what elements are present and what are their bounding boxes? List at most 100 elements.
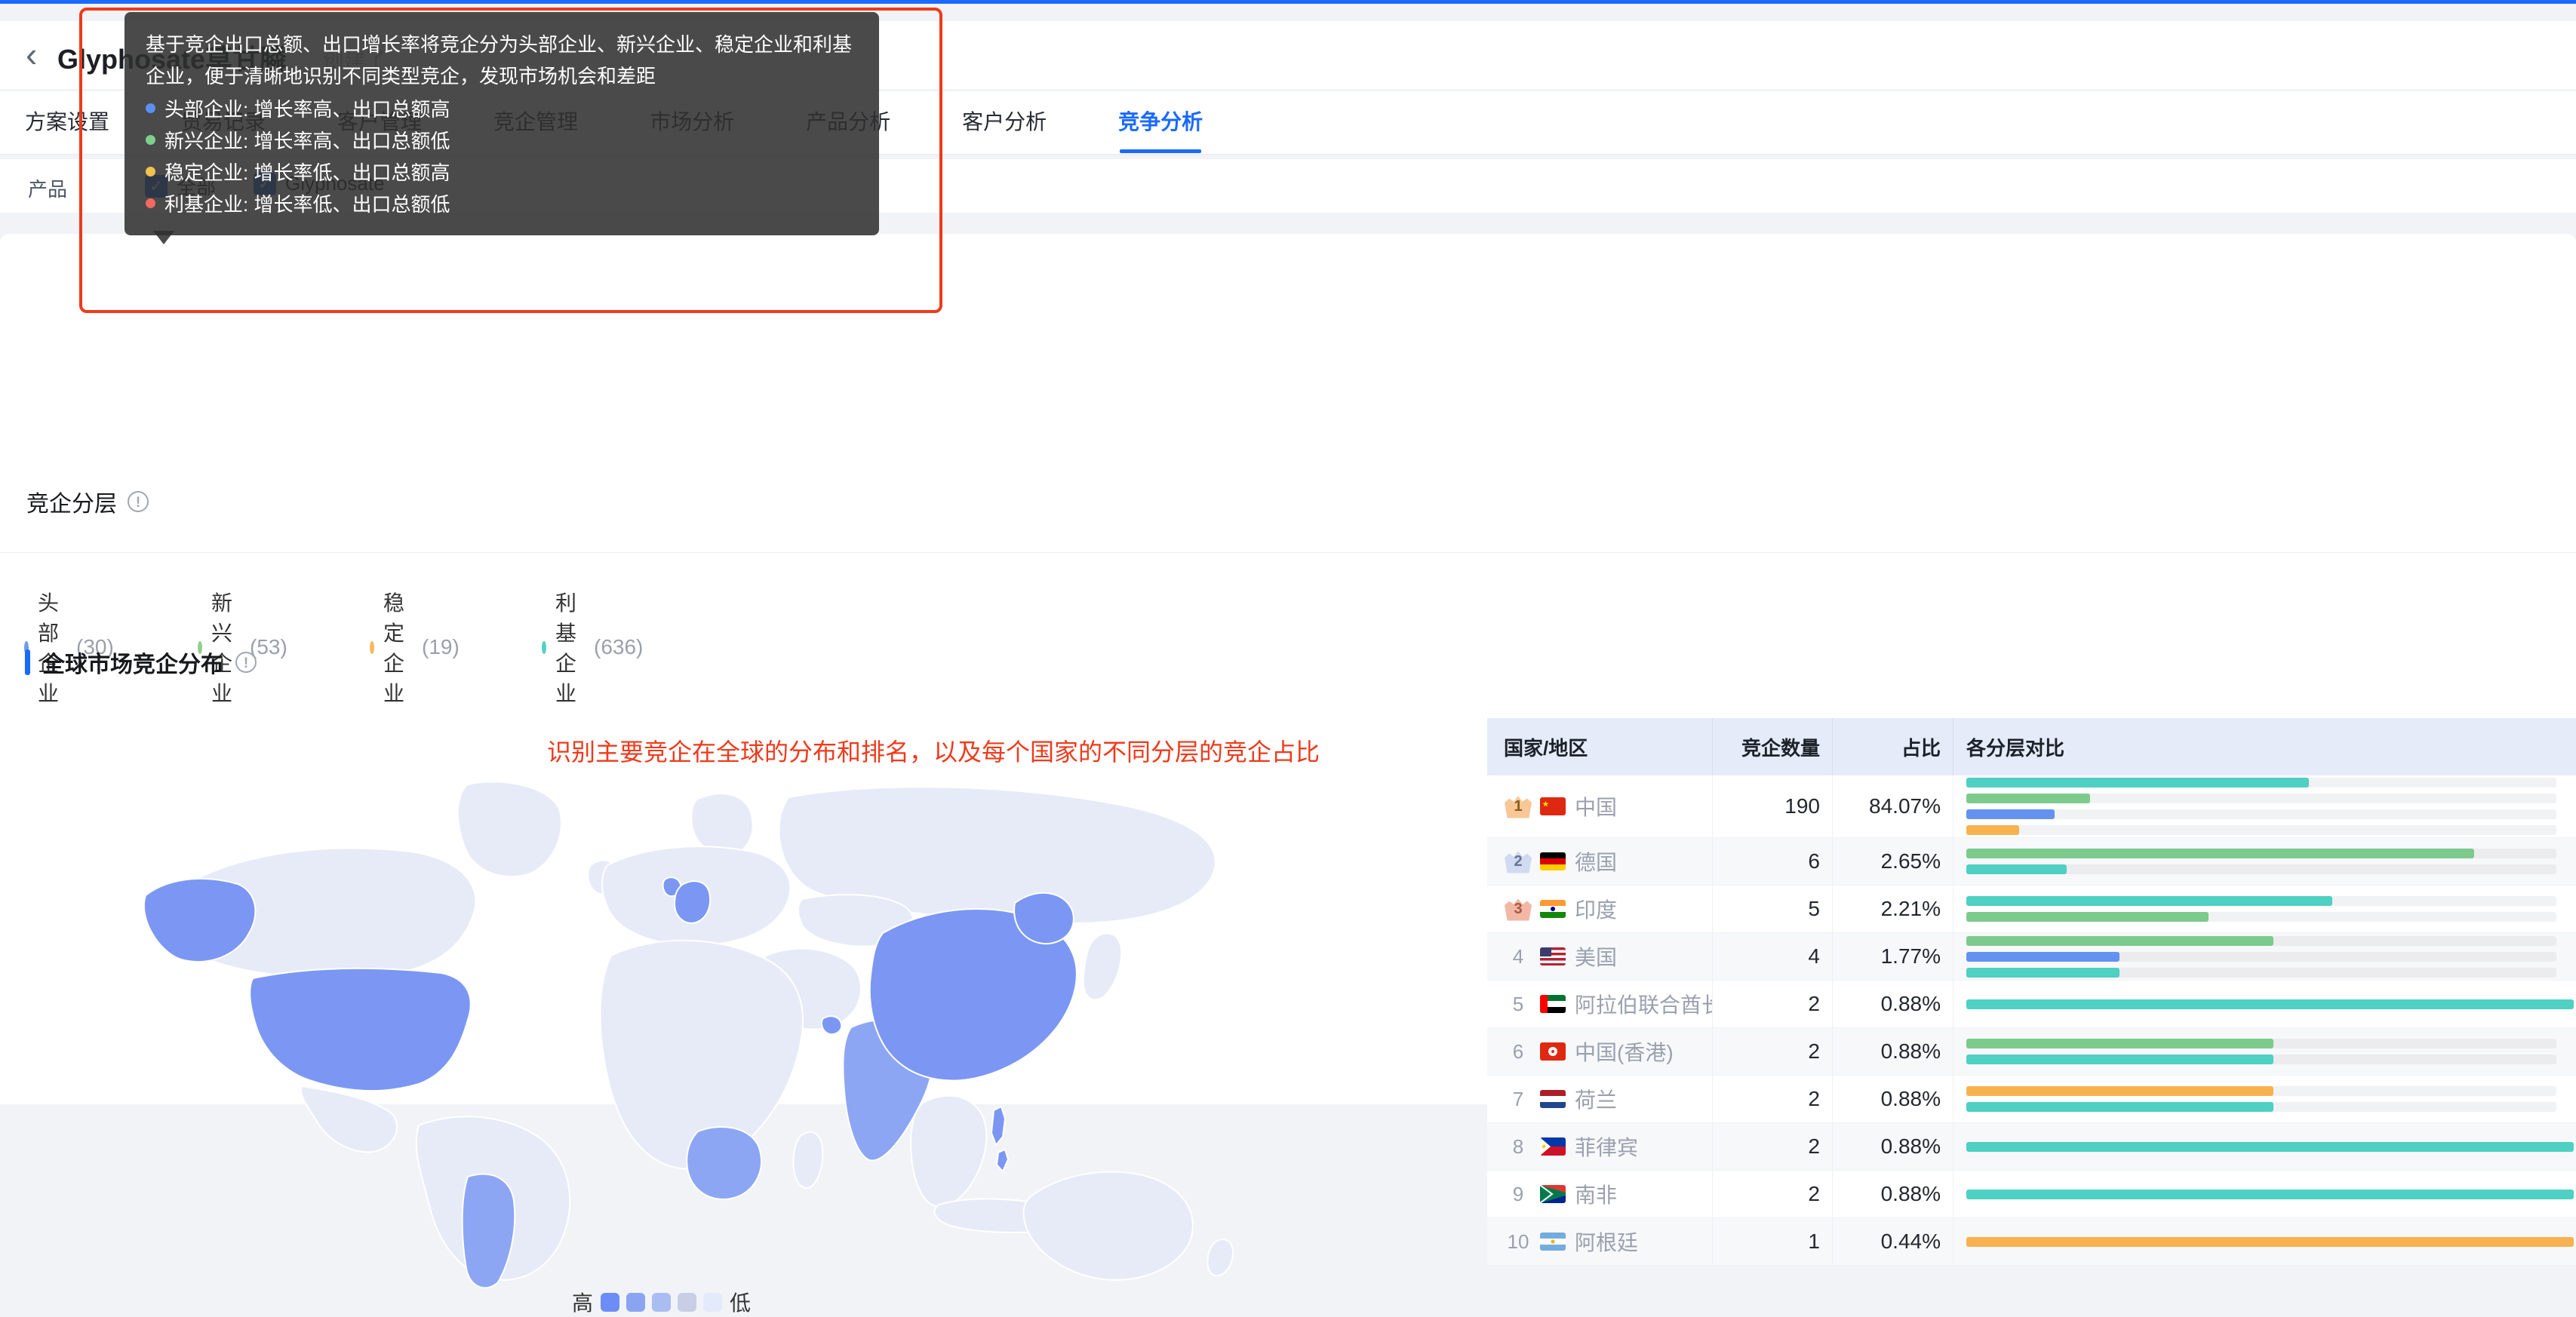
country-usa bbox=[249, 967, 472, 1092]
competitor-count: 1 bbox=[1808, 1230, 1820, 1253]
country-name: 中国(香港) bbox=[1575, 1041, 1674, 1064]
section-title-map: 全球市场竞企分布 ! bbox=[25, 646, 257, 679]
tier-bar-track bbox=[1966, 1039, 2556, 1048]
tab-竞争分析[interactable]: 竞争分析 bbox=[1118, 91, 1203, 153]
tooltip-bullet-text: 利基企业: 增长率低、出口总额低 bbox=[164, 192, 450, 216]
table-row-中国(香港)[interactable]: 6 中国(香港) 2 0.88% bbox=[1487, 1028, 2576, 1076]
country-name: 菲律宾 bbox=[1575, 1136, 1639, 1159]
flag-icon-in bbox=[1540, 900, 1566, 918]
tier-bar-track bbox=[1966, 1086, 2556, 1096]
country-greenland bbox=[456, 781, 562, 878]
tier-bar-green bbox=[1966, 1039, 2273, 1048]
tier-bar-track bbox=[1966, 1189, 2574, 1199]
flag-icon-za bbox=[1540, 1185, 1566, 1203]
tier-bar-green bbox=[1966, 912, 2209, 922]
table-row-印度[interactable]: 3 印度 5 2.21% bbox=[1487, 886, 2576, 933]
tier-bar-track bbox=[1966, 1102, 2556, 1112]
country-name: 印度 bbox=[1575, 898, 1618, 922]
map-legend-swatch bbox=[626, 1292, 646, 1312]
map-legend: 高 低 bbox=[572, 1287, 751, 1317]
table-row-阿根廷[interactable]: 10 阿根廷 1 0.44% bbox=[1487, 1218, 2576, 1266]
flag-icon-cn bbox=[1540, 797, 1566, 815]
top-accent-bar bbox=[0, 0, 2576, 4]
competitor-count: 2 bbox=[1808, 1039, 1820, 1063]
competitor-count: 6 bbox=[1808, 849, 1820, 873]
share-percent: 2.21% bbox=[1880, 897, 1941, 920]
tier-bar-teal bbox=[1966, 864, 2067, 874]
tooltip-description: 基于竞企出口总额、出口增长率将竞企分为头部企业、新兴企业、稳定企业和利基企业，便… bbox=[146, 33, 853, 87]
table-header-cell: 各分层对比 bbox=[1966, 736, 2065, 760]
competitor-count: 190 bbox=[1784, 794, 1820, 818]
region-se-asia bbox=[910, 1094, 988, 1208]
back-chevron-icon[interactable]: ‹ bbox=[26, 35, 37, 74]
tooltip-bullet: 新兴企业: 增长率高、出口总额低 bbox=[146, 124, 858, 155]
tab-方案设置[interactable]: 方案设置 bbox=[25, 91, 109, 153]
rank-number: 7 bbox=[1512, 1087, 1524, 1110]
tier-bar-teal bbox=[1966, 1189, 2574, 1199]
tier-bar-teal bbox=[1966, 896, 2332, 906]
world-map[interactable] bbox=[124, 778, 1286, 1291]
legend-label: 利基企业 bbox=[555, 591, 576, 705]
share-percent: 84.07% bbox=[1869, 794, 1941, 818]
share-percent: 0.88% bbox=[1880, 1134, 1941, 1158]
tier-bar-green bbox=[1966, 935, 2273, 946]
tab-客户分析[interactable]: 客户分析 bbox=[962, 91, 1047, 153]
country-name: 阿拉伯联合酋长 bbox=[1575, 993, 1712, 1017]
country-new-zealand bbox=[1207, 1239, 1234, 1277]
info-icon[interactable]: ! bbox=[235, 652, 257, 673]
tier-bar-orange bbox=[1966, 825, 2020, 835]
tooltip-bullet-dot-icon bbox=[146, 198, 155, 208]
tooltip-bullet-list: 头部企业: 增长率高、出口总额高 新兴企业: 增长率高、出口总额低 稳定企业: 增长… bbox=[146, 92, 858, 219]
country-name: 德国 bbox=[1575, 851, 1618, 874]
tooltip-bullet: 头部企业: 增长率高、出口总额高 bbox=[146, 92, 858, 124]
section-title-tiers: 竞企分层 ! bbox=[26, 485, 149, 518]
tier-bar-teal bbox=[1966, 999, 2574, 1009]
tier-bar-track bbox=[1966, 967, 2556, 978]
map-legend-low-label: 低 bbox=[730, 1291, 752, 1315]
rank-crown-badge: 1 bbox=[1505, 796, 1532, 818]
table-row-南非[interactable]: 9 南非 2 0.88% bbox=[1487, 1171, 2576, 1218]
tier-bar-track bbox=[1966, 864, 2556, 874]
map-legend-swatches bbox=[601, 1292, 723, 1312]
tier-bar-track bbox=[1966, 999, 2574, 1009]
country-philippines bbox=[990, 1105, 1007, 1147]
flag-icon-ae bbox=[1540, 995, 1566, 1013]
rank-crown-badge: 2 bbox=[1505, 851, 1532, 873]
share-percent: 2.65% bbox=[1880, 849, 1941, 873]
table-row-荷兰[interactable]: 7 荷兰 2 0.88% bbox=[1487, 1076, 2576, 1123]
main-content-card: 竞企分层 ! 头部企业 (30) 新兴企业 (53) 稳定企业 (19) 利基企业 (636)… bbox=[0, 234, 2576, 1315]
section-accent-bar bbox=[25, 649, 30, 675]
tier-bar-teal bbox=[1966, 967, 2120, 978]
tooltip-bullet-dot-icon bbox=[146, 134, 155, 145]
info-icon[interactable]: ! bbox=[128, 491, 149, 512]
tier-bar-track bbox=[1966, 778, 2556, 787]
rank-number: 8 bbox=[1512, 1134, 1524, 1158]
tooltip-arrow bbox=[153, 231, 174, 255]
country-rank-table: 国家/地区 竞企数量 占比 各分层对比 1 中国 190 84.07% 2 德国 6 2.65% 3 印度… bbox=[1487, 718, 2576, 1266]
country-japan bbox=[1082, 932, 1123, 1001]
table-row-中国[interactable]: 1 中国 190 84.07% bbox=[1487, 775, 2576, 838]
competitor-count: 2 bbox=[1808, 1182, 1820, 1205]
flag-icon-ar bbox=[1540, 1233, 1566, 1251]
product-filter-label: 产品 bbox=[28, 178, 68, 201]
legend-item-利基企业[interactable]: 利基企业 (636) bbox=[542, 587, 643, 708]
rank-number: 9 bbox=[1512, 1182, 1524, 1205]
tooltip-bullet-text: 头部企业: 增长率高、出口总额高 bbox=[164, 97, 450, 121]
tier-bar-track bbox=[1966, 912, 2556, 922]
flag-icon-ph bbox=[1540, 1137, 1566, 1156]
tier-bar-teal bbox=[1966, 1141, 2574, 1152]
country-name: 阿根廷 bbox=[1575, 1231, 1639, 1254]
table-row-阿拉伯联合酋长[interactable]: 5 阿拉伯联合酋长 2 0.88% bbox=[1487, 981, 2576, 1028]
table-row-美国[interactable]: 4 美国 4 1.77% bbox=[1487, 933, 2576, 981]
map-legend-swatch bbox=[601, 1292, 620, 1312]
country-name: 美国 bbox=[1575, 946, 1618, 969]
country-south-africa bbox=[686, 1126, 763, 1200]
tier-info-tooltip: 基于竞企出口总额、出口增长率将竞企分为头部企业、新兴企业、稳定企业和利基企业，便… bbox=[124, 12, 879, 235]
table-row-菲律宾[interactable]: 8 菲律宾 2 0.88% bbox=[1487, 1123, 2576, 1171]
legend-item-稳定企业[interactable]: 稳定企业 (19) bbox=[370, 587, 460, 708]
country-germany bbox=[673, 880, 711, 924]
country-name: 荷兰 bbox=[1575, 1088, 1618, 1112]
table-row-德国[interactable]: 2 德国 6 2.65% bbox=[1487, 838, 2576, 886]
rank-number: 6 bbox=[1512, 1039, 1524, 1063]
legend-dot-icon bbox=[370, 640, 374, 654]
